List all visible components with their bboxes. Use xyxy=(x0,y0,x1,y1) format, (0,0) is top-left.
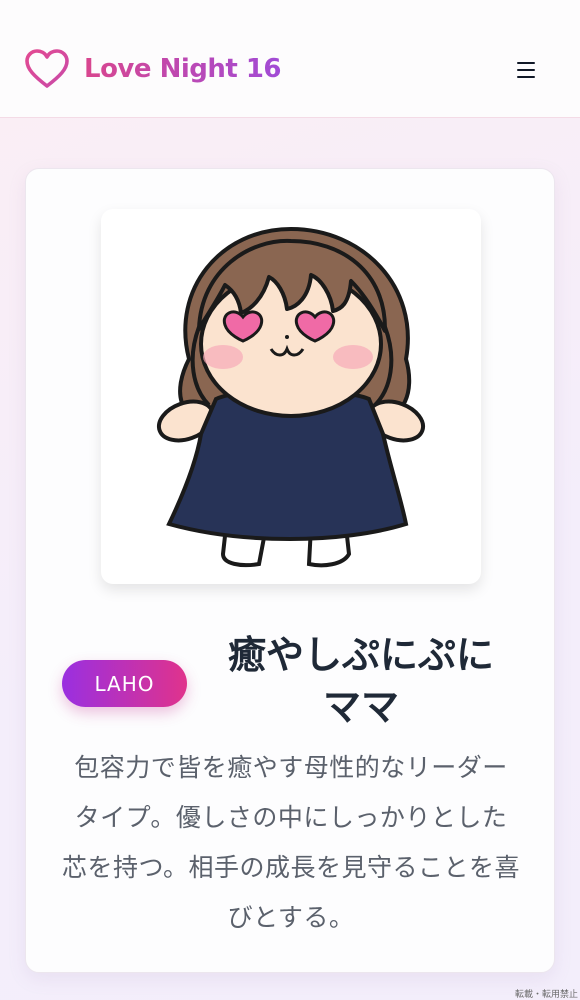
site-header: Love Night 16 xyxy=(0,0,580,118)
character-image xyxy=(101,209,481,584)
site-title: Love Night 16 xyxy=(84,54,282,84)
result-title: 癒やしぷにぷにママ xyxy=(227,633,494,729)
menu-line xyxy=(517,62,535,64)
type-code-badge: LAHO xyxy=(62,660,187,707)
site-logo[interactable]: Love Night 16 xyxy=(24,48,282,90)
copyright-notice: 転載・転用禁止 xyxy=(514,990,578,1000)
menu-line xyxy=(517,76,535,78)
hamburger-menu-icon[interactable] xyxy=(512,58,540,82)
menu-line xyxy=(517,69,535,71)
heart-outline-icon xyxy=(25,49,69,88)
result-card: LAHO 癒やしぷにぷにママ 包容力で皆を癒やす母性的なリーダータイプ。優しさの… xyxy=(25,168,555,973)
result-description: 包容力で皆を癒やす母性的なリーダータイプ。優しさの中にしっかりとした芯を持つ。相… xyxy=(62,753,521,932)
character-illustration xyxy=(156,226,426,568)
